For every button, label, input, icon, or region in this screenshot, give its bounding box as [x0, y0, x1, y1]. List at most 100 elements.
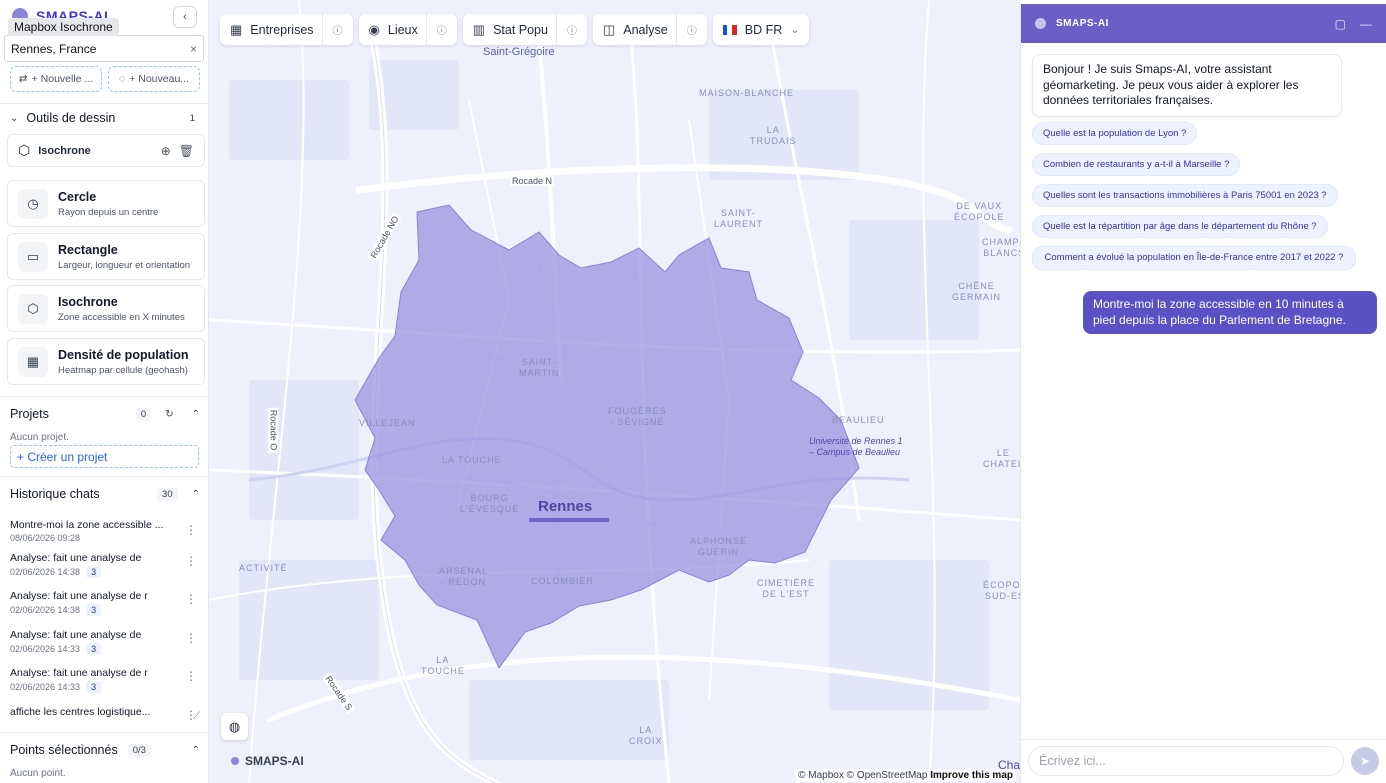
globe-projection-button[interactable]: ◍ [221, 713, 248, 740]
history-header[interactable]: Historique chats 30 ⌃ [10, 487, 200, 501]
history-item[interactable]: Analyse: fait une analyse de r 02/06/202… [10, 590, 205, 616]
map-attribution: © Mapbox © OpenStreetMap Improve this ma… [795, 769, 1016, 782]
chat-title: SMAPS-AI [1056, 18, 1109, 29]
create-project-button[interactable]: + Créer un projet [10, 445, 199, 468]
chevron-up-icon[interactable]: ⌃ [192, 409, 200, 420]
chat-panel: SMAPS-AI ▢ — Bonjour ! Je suis Smaps-AI,… [1020, 4, 1386, 783]
building-icon: ▦ [230, 21, 243, 37]
heatmap-tool-icon: ▦ [18, 346, 48, 377]
location-search-input[interactable]: Rennes, France × [4, 35, 204, 62]
map-canvas[interactable]: Saint-Grégoire MAISON-BLANCHE LA TRUDAIS … [209, 0, 1020, 783]
expand-icon[interactable]: ▢ [1335, 17, 1346, 31]
new-chat-button[interactable]: ◌ + Nouveau... [108, 66, 200, 92]
more-options-icon[interactable]: ⋮ [185, 669, 197, 683]
history-item-badge: 3 [86, 566, 102, 578]
active-drawing-isochrone[interactable]: ⬡ Isochrone ⊕ 🗑 [7, 134, 205, 167]
history-item-title: Analyse: fait une analyse de [10, 629, 142, 641]
zoom-to-icon[interactable]: ⊕ [161, 144, 171, 158]
suggestion-chip[interactable]: Quelle est la population de Lyon ? [1032, 122, 1198, 145]
projects-count: 0 [135, 407, 152, 421]
more-options-icon[interactable]: ⋮ [185, 523, 197, 537]
refresh-icon[interactable]: ↻ [165, 409, 173, 420]
database-selector[interactable]: BD FR ⌄ [712, 14, 810, 45]
divider [0, 476, 208, 477]
suggestion-chip[interactable]: Combien de restaurants y a-t-il à Marsei… [1032, 153, 1241, 176]
road-label: Rocade N [510, 176, 555, 186]
line-chart-icon: ◫ [602, 21, 616, 37]
district-label: LA CROIX [629, 725, 663, 746]
history-item-date: 08/06/2026 09:28 [10, 533, 81, 543]
osm-link[interactable]: © OpenStreetMap [847, 770, 928, 781]
district-label: SAINT- LAURENT [714, 208, 764, 229]
swap-icon: ⇄ [18, 73, 28, 85]
district-label: MAISON-BLANCHE [699, 88, 795, 98]
assistant-logo-icon [1035, 18, 1046, 29]
drawing-tools-header[interactable]: ⌄ Outils de dessin 1 [10, 111, 200, 125]
info-icon[interactable]: ⓘ [555, 14, 577, 45]
tool-isochrone[interactable]: ⬡ Isochrone Zone accessible en X minutes [7, 285, 205, 332]
projects-empty: Aucun projet. [10, 432, 69, 443]
road-label: Rocade O [268, 407, 279, 453]
suggestion-chip[interactable]: Quelle est la répartition par âge dans l… [1032, 215, 1328, 238]
search-value: Rennes, France [11, 41, 97, 56]
improve-map-link[interactable]: Improve this map [930, 770, 1013, 781]
tool-population-density[interactable]: ▦ Densité de population Heatmap par cellu… [7, 338, 205, 385]
history-item[interactable]: Analyse: fait une analyse de 02/06/2026 … [10, 552, 205, 578]
new-analysis-button[interactable]: ⇄ + Nouvelle ... [10, 66, 102, 92]
send-icon: ➤ [1359, 754, 1371, 768]
hexagon-icon: ⬡ [18, 142, 31, 158]
layer-analyse-button[interactable]: ◫ Analyse ⓘ [592, 14, 707, 45]
mapbox-link[interactable]: © Mapbox [798, 770, 844, 781]
isochrone-tool-icon: ⬡ [18, 293, 48, 324]
more-options-icon[interactable]: ⋮ [185, 631, 197, 645]
trash-icon[interactable]: 🗑 [179, 144, 194, 158]
history-item[interactable]: Analyse: fait une analyse de r 02/06/202… [10, 667, 205, 693]
chevron-up-icon[interactable]: ⌃ [192, 489, 200, 500]
district-label: LA TOUCHE [442, 455, 502, 465]
tool-circle[interactable]: ◷ Cercle Rayon depuis un centre [7, 180, 205, 227]
district-label: FOUGÈRES - SÉVIGNÉ [608, 406, 667, 427]
collapse-sidebar-button[interactable]: ‹ [173, 6, 197, 28]
history-item-title: Montre-moi la zone accessible ... [10, 519, 164, 531]
user-message: Montre-moi la zone accessible en 10 minu… [1083, 291, 1377, 334]
info-icon[interactable]: ⓘ [675, 14, 697, 45]
clear-search-icon[interactable]: × [190, 42, 197, 56]
suggestion-chip[interactable]: Quelles sont les transactions immobilièr… [1032, 184, 1338, 207]
layer-entreprises-button[interactable]: ▦ Entreprises ⓘ [220, 14, 353, 45]
chat-input[interactable]: Écrivez ici... [1028, 746, 1344, 776]
new-buttons: ⇄ + Nouvelle ... ◌ + Nouveau... [10, 66, 200, 92]
drawing-tools-title: Outils de dessin [26, 111, 116, 125]
campus-label: Université de Rennes 1– Campus de Beauli… [809, 436, 903, 457]
assistant-message: Bonjour ! Je suis Smaps-AI, votre assist… [1032, 54, 1342, 117]
layer-lieux-button[interactable]: ◉ Lieux ⓘ [358, 14, 457, 45]
history-item-date: 02/06/2026 14:33 [10, 644, 81, 654]
france-flag-icon [722, 24, 737, 35]
history-item[interactable]: Analyse: fait une analyse de 02/06/2026 … [10, 629, 205, 655]
layer-stat-popu-button[interactable]: ▥ Stat Popu ⓘ [462, 14, 587, 45]
info-icon[interactable]: ⓘ [425, 14, 447, 45]
place-label: Saint-Grégoire [483, 46, 555, 58]
new-chat-label: + Nouveau... [129, 73, 190, 85]
projects-header[interactable]: Projets 0 ↻ ⌃ [10, 407, 200, 421]
chevron-up-icon[interactable]: ⌃ [192, 745, 200, 756]
more-options-icon[interactable]: ⋮ [185, 592, 197, 606]
tool-subtitle: Largeur, longueur et orientation [58, 259, 191, 271]
resize-handle-icon[interactable]: ⟋ [193, 711, 200, 722]
more-options-icon[interactable]: ⋮ [185, 554, 197, 568]
district-label: CHAMPSBLANCS [982, 237, 1020, 258]
selected-points-header[interactable]: Points sélectionnés 0/3 ⌃ [10, 743, 200, 757]
send-button[interactable]: ➤ [1351, 747, 1379, 775]
suggestion-chip[interactable]: Comment a évolué la population en Île-de… [1032, 246, 1356, 270]
history-item-title: Analyse: fait une analyse de [10, 552, 142, 564]
map-basemap [209, 0, 1020, 783]
history-item-date: 02/06/2026 14:33 [10, 682, 81, 692]
info-icon[interactable]: ⓘ [321, 14, 343, 45]
history-item[interactable]: Montre-moi la zone accessible ... 08/06/… [10, 519, 205, 543]
tool-rectangle[interactable]: ▭ Rectangle Largeur, longueur et orientat… [7, 233, 205, 280]
divider [0, 732, 208, 733]
projects-title: Projets [10, 407, 49, 421]
map-brand-label: SMAPS-AI [245, 754, 304, 768]
history-item[interactable]: affiche les centres logistique... ⋮ [10, 706, 205, 722]
minimize-icon[interactable]: — [1360, 17, 1372, 31]
tool-subtitle: Zone accessible en X minutes [58, 311, 185, 323]
